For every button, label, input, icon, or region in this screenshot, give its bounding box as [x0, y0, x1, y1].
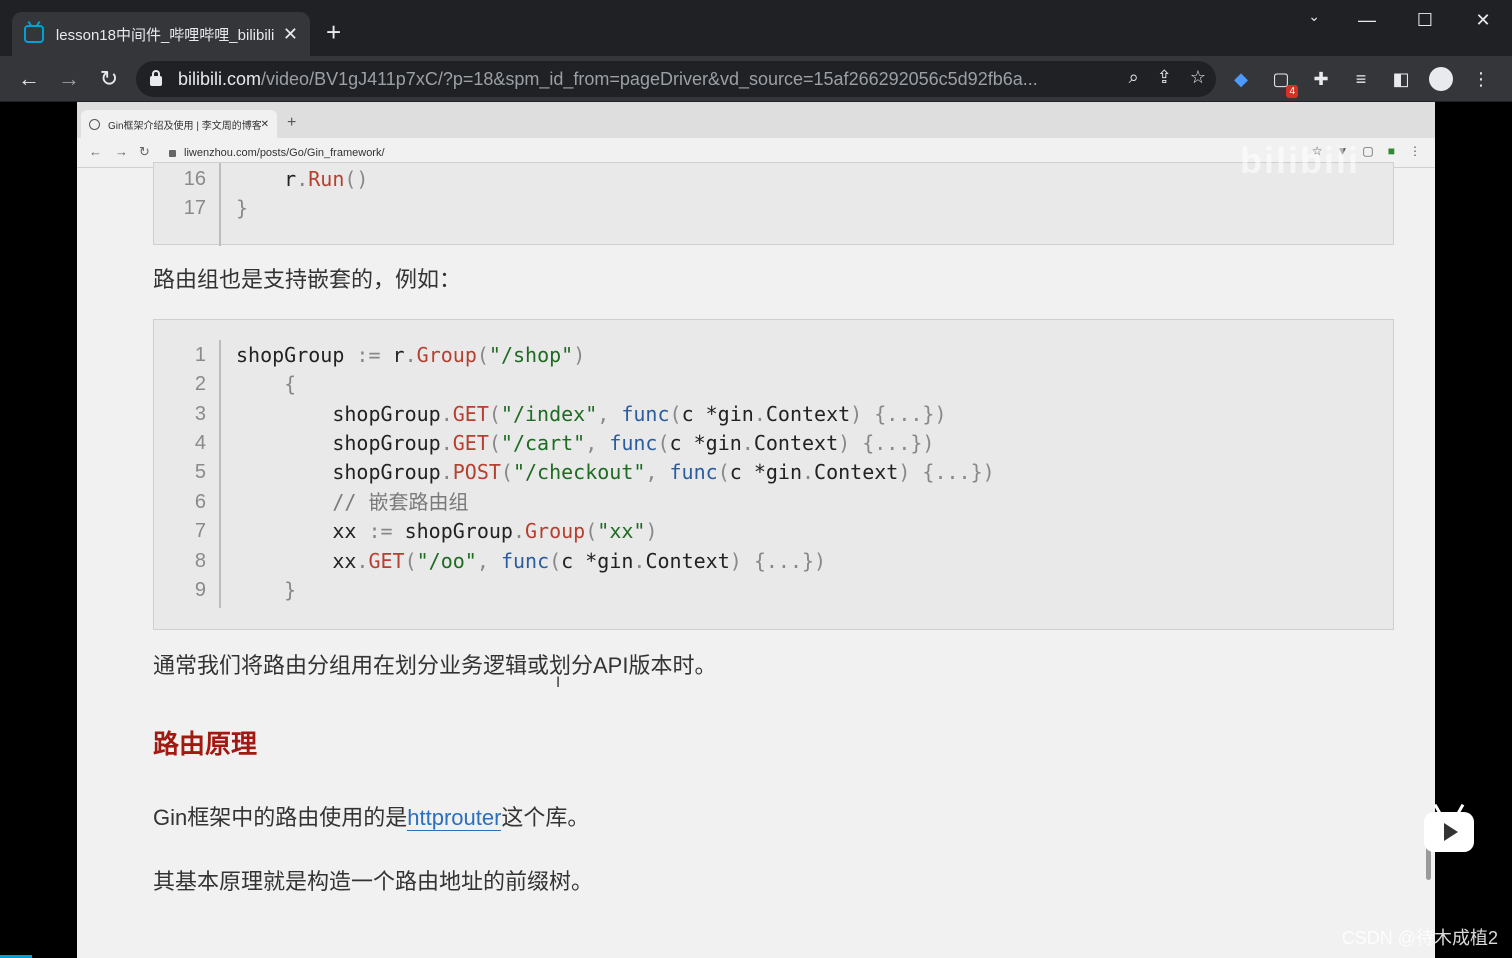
inner-url: liwenzhou.com/posts/Go/Gin_framework/ [184, 147, 385, 159]
inner-tab: Gin框架介绍及使用 | 李文周的博客 ✕ [81, 110, 277, 138]
zoom-icon[interactable]: ⌕ [1129, 67, 1139, 88]
paragraph-prefix-tree: 其基本原理就是构造一个路由地址的前缀树。 [153, 869, 594, 894]
bookmark-star-icon[interactable]: ☆ [1190, 67, 1206, 88]
more-menu-icon[interactable]: ⋮ [1468, 66, 1494, 92]
close-tab-icon[interactable]: ✕ [283, 24, 298, 45]
media-queue-icon[interactable]: ≡ [1348, 66, 1374, 92]
csdn-watermark: CSDN @待木成植2 [1341, 928, 1498, 948]
code-block-top: 16 r.Run() 17} [153, 162, 1394, 246]
inner-lock-icon [169, 149, 176, 157]
inner-green-ext-icon: ■ [1387, 144, 1395, 158]
address-bar[interactable]: bilibili.com/video/BV1gJ411p7xC/?p=18&sp… [136, 61, 1216, 97]
new-tab-button[interactable]: + [326, 18, 341, 46]
globe-icon [89, 118, 100, 130]
inner-forward-icon: → [115, 144, 128, 159]
code-line: 17} [183, 196, 249, 220]
code-line: 6 // 嵌套路由组 [194, 490, 469, 514]
code-line: 16 r.Run() [183, 167, 369, 191]
code-line: 8 xx.GET("/oo", func(c *gin.Context) {..… [194, 549, 827, 573]
window-controls: — ☐ ✕ [1338, 0, 1512, 40]
browser-toolbar: ← → ↻ bilibili.com/video/BV1gJ411p7xC/?p… [0, 56, 1512, 102]
paragraph-nested: 路由组也是支持嵌套的，例如： [153, 267, 462, 292]
paragraph-gin-router: Gin框架中的路由使用的是httprouter这个库。 [153, 805, 590, 831]
paragraph-usage: 通常我们将路由分组用在划分业务逻辑或划分API版本时。 [153, 653, 717, 678]
page-content: 16 r.Run() 17} 路由组也是支持嵌套的，例如： 1 shopGroup… [77, 162, 1435, 958]
inner-tab-title: Gin框架介绍及使用 | 李文周的博客 [108, 120, 261, 132]
browser-tab[interactable]: lesson18中间件_哔哩哔哩_bilibili ✕ [12, 12, 310, 56]
heading-routing-principle: 路由原理 [153, 729, 258, 759]
diamond-extension-icon[interactable]: ◆ [1228, 66, 1254, 92]
screen-extension-icon[interactable]: ▢ 4 [1268, 66, 1298, 98]
url-path: /video/BV1gJ411p7xC/?p=18&spm_id_from=pa… [261, 68, 1038, 89]
minimize-icon[interactable]: — [1338, 0, 1396, 40]
code-line: 9 } [194, 578, 297, 602]
profile-avatar[interactable] [1428, 66, 1454, 92]
inner-ext-icon: ▢ [1362, 144, 1374, 158]
inner-tabbar: Gin框架介绍及使用 | 李文周的博客 ✕ + [77, 102, 1435, 138]
bilibili-watermark-logo: bilibili [1240, 140, 1360, 181]
side-panel-icon[interactable]: ◧ [1388, 66, 1414, 92]
code-block-main: 1 shopGroup := r.Group("/shop") 2 { 3 sho… [153, 319, 1394, 630]
maximize-icon[interactable]: ☐ [1396, 0, 1454, 40]
puzzle-extensions-icon[interactable]: ✚ [1308, 66, 1334, 92]
inner-more-icon: ⋮ [1409, 144, 1421, 158]
code-line: 4 shopGroup.GET("/cart", func(c *gin.Con… [194, 431, 935, 455]
video-player[interactable]: Gin框架介绍及使用 | 李文周的博客 ✕ + ← → ↻ liwenzhou.… [0, 102, 1512, 958]
inner-close-icon: ✕ [260, 118, 269, 130]
inner-new-tab-icon: + [287, 114, 297, 131]
close-window-icon[interactable]: ✕ [1454, 0, 1512, 40]
code-line: 7 xx := shopGroup.Group("xx") [194, 519, 658, 543]
share-icon[interactable]: ⇪ [1157, 67, 1172, 88]
code-line: 2 { [194, 372, 297, 396]
bilibili-play-button[interactable] [1424, 803, 1474, 852]
httprouter-link[interactable]: httprouter [407, 805, 502, 831]
extensions-area: ◆ ▢ 4 ✚ ≡ ◧ ⋮ [1228, 66, 1494, 98]
inner-back-icon: ← [89, 144, 102, 159]
inner-address-bar: liwenzhou.com/posts/Go/Gin_framework/ [169, 143, 1269, 163]
video-frame: Gin框架介绍及使用 | 李文周的博客 ✕ + ← → ↻ liwenzhou.… [77, 102, 1435, 958]
extension-badge: 4 [1286, 85, 1298, 98]
tab-search-chevron-icon[interactable]: ⌄ [1308, 8, 1320, 25]
back-arrow-icon[interactable]: ← [14, 64, 44, 94]
bilibili-tv-icon [24, 25, 44, 43]
url-host: bilibili.com [178, 68, 262, 89]
text-cursor-icon: Ⅰ [556, 674, 561, 690]
code-line: 5 shopGroup.POST("/checkout", func(c *gi… [194, 460, 995, 484]
browser-tabbar: lesson18中间件_哔哩哔哩_bilibili ✕ + ⌄ — ☐ ✕ [0, 0, 1512, 56]
code-line: 1 shopGroup := r.Group("/shop") [194, 343, 586, 367]
lock-icon[interactable] [150, 70, 162, 86]
inner-reload-icon: ↻ [139, 144, 150, 159]
forward-arrow-icon[interactable]: → [54, 64, 84, 94]
tab-title: lesson18中间件_哔哩哔哩_bilibili [55, 26, 275, 44]
code-line: 3 shopGroup.GET("/index", func(c *gin.Co… [194, 402, 947, 426]
reload-icon[interactable]: ↻ [94, 64, 124, 94]
